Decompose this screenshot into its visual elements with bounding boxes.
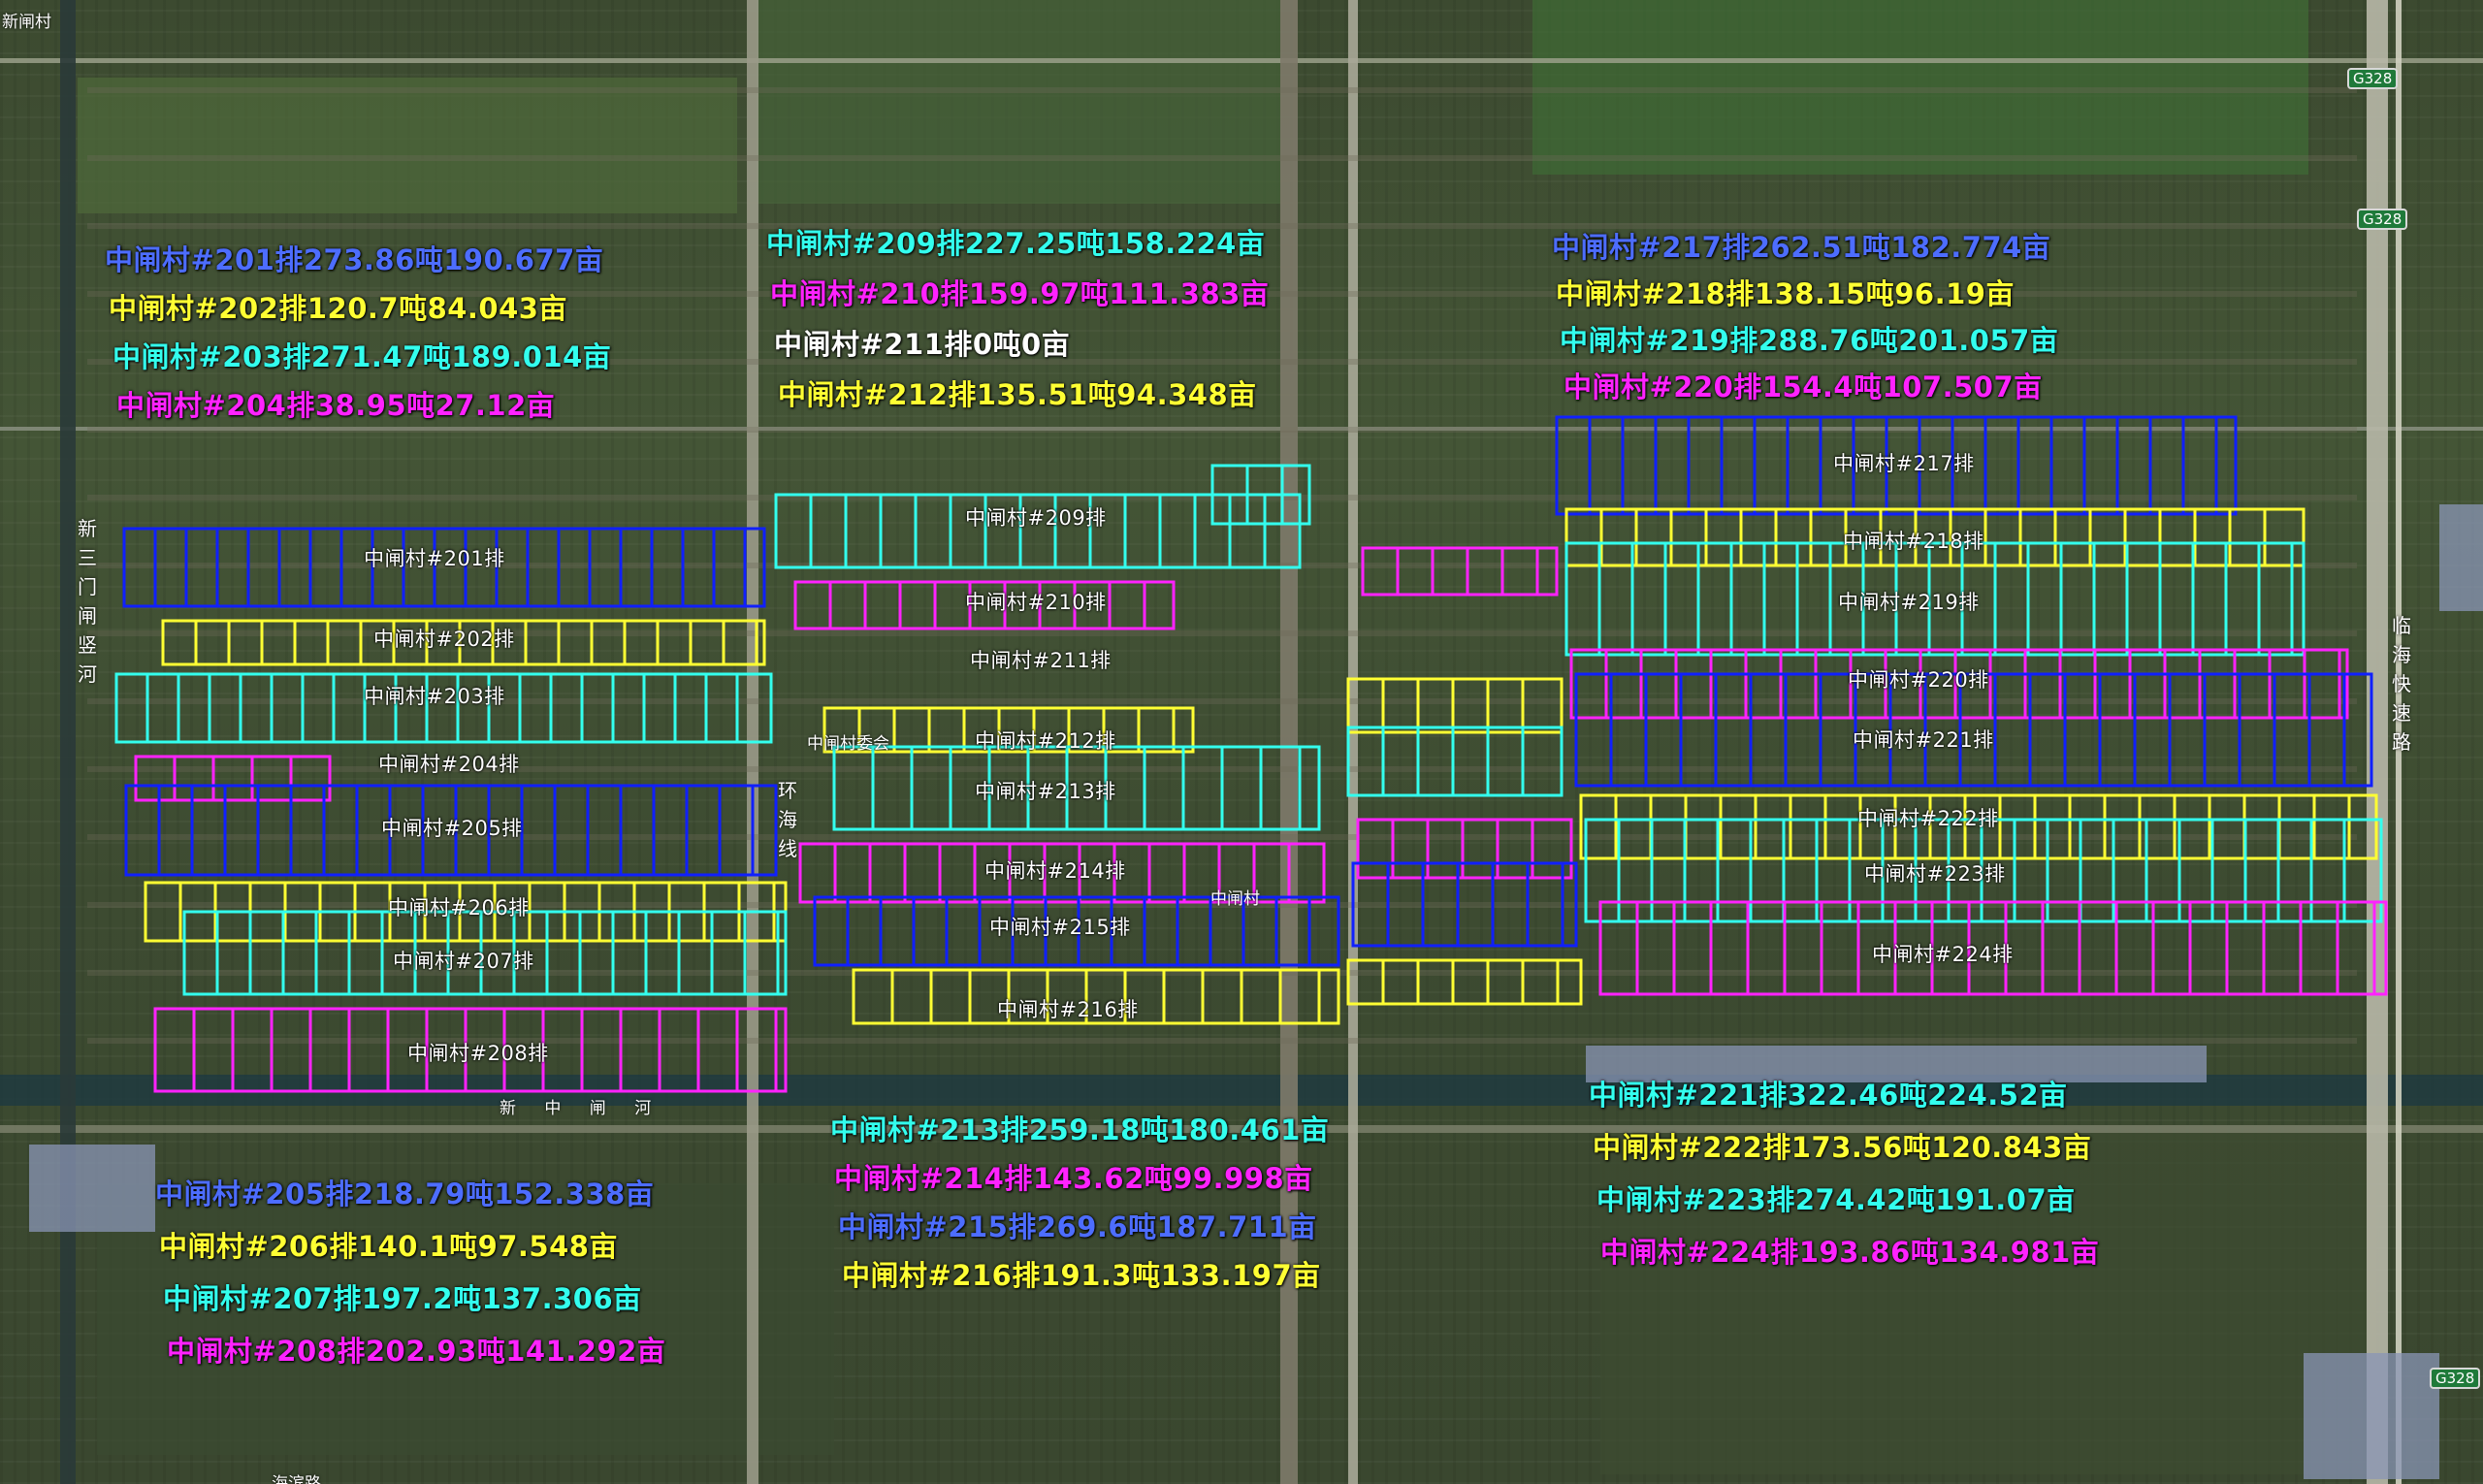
summary-line: 中闸村#207排197.2吨137.306亩 [163,1282,642,1315]
summary-line: 中闸村#219排288.76吨201.057亩 [1560,324,2059,357]
highway-label: 临海快速路 [2392,614,2411,754]
summary-line: 中闸村#215排269.6吨187.711亩 [838,1210,1317,1243]
summary-line: 中闸村#204排38.95吨27.12亩 [116,389,556,422]
summary-line: 中闸村#223排274.42吨191.07亩 [1596,1183,2076,1216]
summary-line: 中闸村#205排218.79吨152.338亩 [155,1178,655,1210]
plot-block [1346,677,1564,734]
village-label: 新闸村 [2,13,51,32]
plot-row-label: 中闸村#211排 [970,649,1112,672]
plot-row-label: 中闸村#214排 [984,859,1126,883]
plot-block [1361,546,1559,597]
plot-row-label: 中闸村#215排 [989,916,1131,939]
summary-line: 中闸村#217排262.51吨182.774亩 [1552,231,2051,264]
road-label: 海滨路 [272,1474,321,1484]
plot-block [1346,726,1564,797]
plot-row-label: 中闸村#201排 [364,547,505,570]
plot-row-label: 中闸村#218排 [1843,530,1984,553]
summary-line: 中闸村#203排271.47吨189.014亩 [113,340,612,373]
plot-block [1346,958,1583,1006]
plot-row-label: 中闸村#221排 [1853,728,1994,752]
plot-row-label: 中闸村#222排 [1857,807,1999,830]
plot-row-label: 中闸村#205排 [381,817,523,840]
plot-row-label: 中闸村#209排 [965,506,1107,530]
plot-row-label: 中闸村#207排 [393,950,534,973]
plot-row-label: 中闸村#202排 [373,628,515,651]
plot-row-label: 中闸村#219排 [1838,591,1980,614]
summary-line: 中闸村#224排193.86吨134.981亩 [1600,1236,2100,1269]
summary-line: 中闸村#212排135.51吨94.348亩 [778,378,1257,411]
summary-line: 中闸村#214排143.62吨99.998亩 [834,1162,1313,1195]
plot-block [1356,818,1573,880]
summary-line: 中闸村#218排138.15吨96.19亩 [1556,277,2015,310]
road-shield: G328 [2347,68,2399,89]
summary-line: 中闸村#216排191.3吨133.197亩 [842,1259,1321,1292]
plot-row-label: 中闸村#210排 [965,591,1107,614]
summary-line: 中闸村#209排227.25吨158.224亩 [766,227,1266,260]
summary-line: 中闸村#213排259.18吨180.461亩 [830,1113,1330,1146]
plot-row-label: 中闸村#212排 [975,729,1116,753]
summary-line: 中闸村#220排154.4吨107.507亩 [1564,371,2043,403]
rail-label: 环海线 [778,779,797,860]
plot-row-label: 中闸村#224排 [1872,943,2014,966]
summary-line: 中闸村#211排0吨0亩 [774,328,1071,361]
plot-row-label: 中闸村#208排 [407,1042,549,1065]
plot-row [134,755,332,802]
plot-row-label: 中闸村#216排 [997,998,1139,1021]
map-canvas[interactable]: 中闸村#201排273.86吨190.677亩中闸村#202排120.7吨84.… [0,0,2483,1484]
road-shield: G328 [2357,209,2408,230]
summary-line: 中闸村#221排322.46吨224.52亩 [1589,1079,2068,1112]
summary-line: 中闸村#222排173.56吨120.843亩 [1593,1131,2092,1164]
summary-line: 中闸村#201排273.86吨190.677亩 [105,243,604,276]
summary-line: 中闸村#206排140.1吨97.548亩 [159,1230,618,1263]
road-shield: G328 [2430,1368,2481,1389]
river-label: 新三门闸竖河 [78,517,97,686]
plot-row-label: 中闸村#220排 [1848,668,1989,692]
plot-row-label: 中闸村#213排 [975,780,1116,803]
summary-line: 中闸村#208排202.93吨141.292亩 [167,1335,666,1368]
plot-row-label: 中闸村#223排 [1864,862,2006,886]
plot-row-label: 中闸村#203排 [364,685,505,708]
place-label: 中闸村委会 [807,734,889,754]
plot-row-label: 中闸村#204排 [378,753,520,776]
canal-label: 新 中 闸 河 [500,1099,663,1118]
place-label: 中闸村 [1210,889,1260,909]
plot-row-label: 中闸村#206排 [388,896,530,919]
plot-block [1351,861,1578,948]
plot-row-label: 中闸村#217排 [1833,452,1975,475]
summary-line: 中闸村#210排159.97吨111.383亩 [770,277,1270,310]
summary-line: 中闸村#202排120.7吨84.043亩 [109,292,567,325]
